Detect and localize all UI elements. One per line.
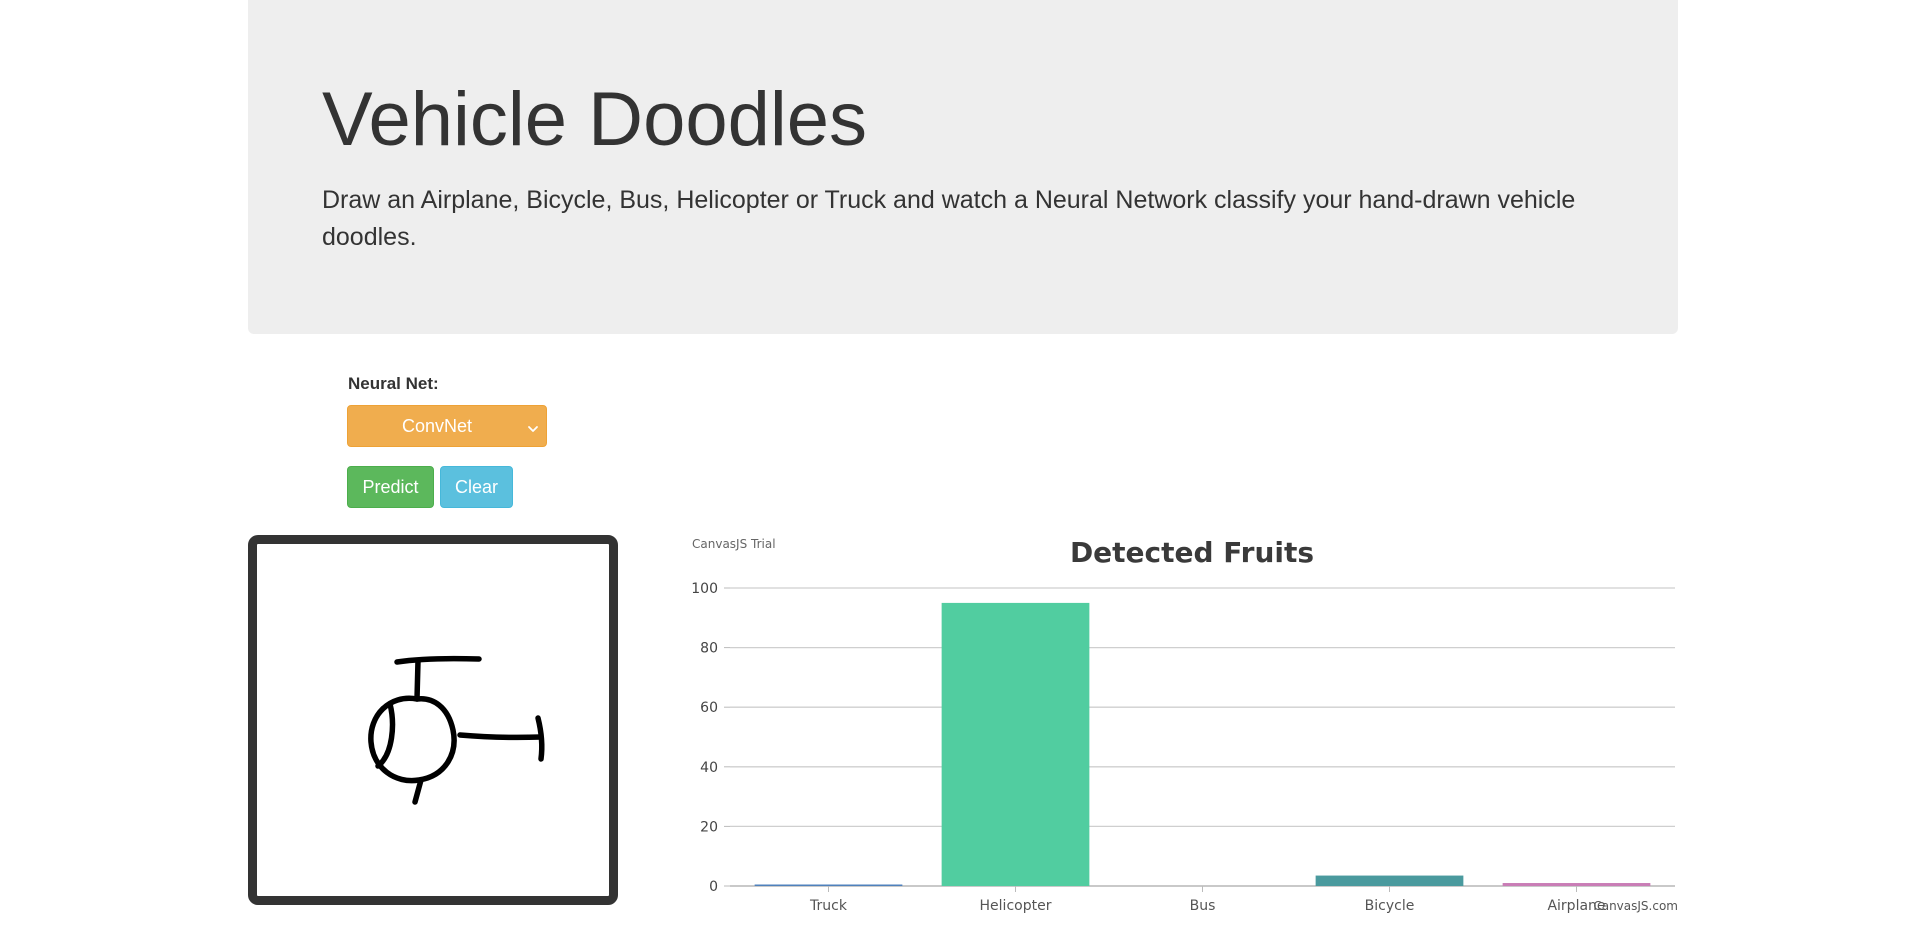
chart-credit-link: CanvasJS.com <box>1593 899 1678 913</box>
chart-x-tick-label: Helicopter <box>980 898 1052 914</box>
clear-button[interactable]: Clear <box>440 466 513 508</box>
chart-y-tick-label: 80 <box>700 641 718 657</box>
chart-title: Detected Fruits <box>1070 536 1314 569</box>
chart-x-tick-label: Truck <box>809 898 848 914</box>
chevron-down-icon <box>526 420 540 434</box>
chart-y-tick-label: 0 <box>709 879 718 895</box>
chart-y-tick-label: 100 <box>691 581 718 597</box>
predict-button[interactable]: Predict <box>347 466 434 508</box>
chart-trial-watermark: CanvasJS Trial <box>692 537 776 551</box>
neural-net-selected-value: ConvNet <box>401 416 473 436</box>
chart-bar-bicycle <box>1315 875 1464 886</box>
chart-y-tick-label: 20 <box>700 819 718 835</box>
chart-x-tick-label: Bus <box>1190 898 1216 914</box>
chart-x-tick-label: Bicycle <box>1365 898 1415 914</box>
header-jumbotron: Vehicle Doodles Draw an Airplane, Bicycl… <box>248 0 1678 334</box>
drawing-canvas[interactable] <box>248 535 618 905</box>
page-description: Draw an Airplane, Bicycle, Bus, Helicopt… <box>322 186 1576 251</box>
helicopter-doodle <box>368 655 545 805</box>
neural-net-label: Neural Net: <box>348 374 439 393</box>
neural-net-select[interactable]: ConvNet <box>347 405 547 447</box>
chart-bar-airplane <box>1502 883 1651 886</box>
chart-bar-helicopter <box>941 602 1090 886</box>
chart-y-tick-label: 40 <box>700 760 718 776</box>
chart-bar-truck <box>754 884 903 886</box>
chart-svg: CanvasJS Trial Detected Fruits 0 20 40 60 80 10… <box>691 536 1678 914</box>
prediction-chart: CanvasJS Trial Detected Fruits 0 20 40 60 80 10… <box>680 528 1680 918</box>
chart-y-tick-label: 60 <box>700 700 718 716</box>
page-title: Vehicle Doodles <box>322 77 868 162</box>
